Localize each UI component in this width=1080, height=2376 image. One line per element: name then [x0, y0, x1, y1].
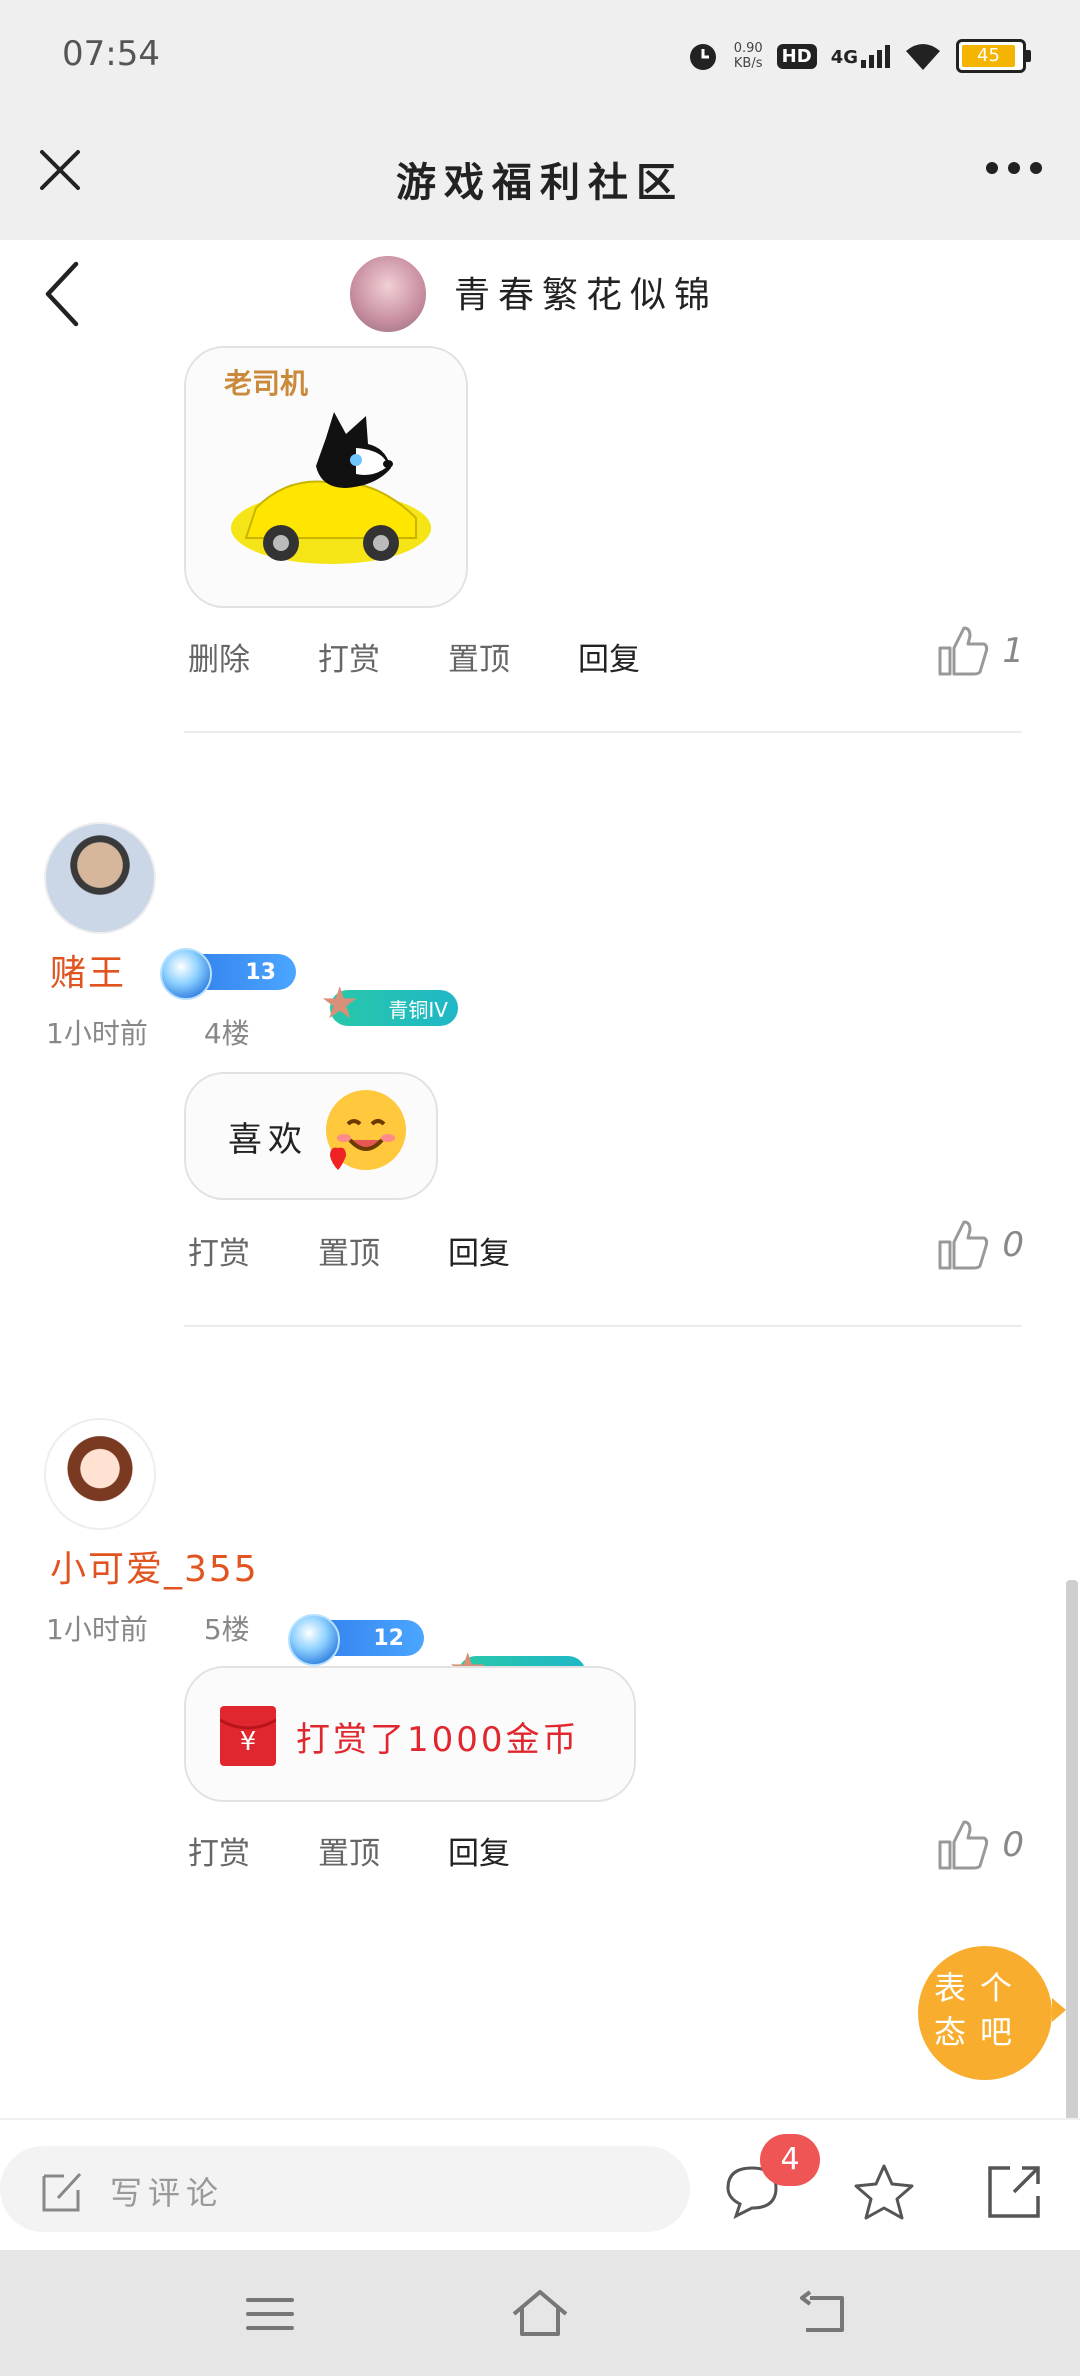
comment3-like-button[interactable]: 0	[936, 1818, 1024, 1872]
comment-bubble: 喜欢	[184, 1072, 438, 1200]
alarm-icon	[689, 44, 716, 70]
pin-button[interactable]: 置顶	[448, 634, 510, 679]
comment2-like-button[interactable]: 0	[936, 1218, 1024, 1272]
delete-button[interactable]: 删除	[188, 634, 250, 679]
more-menu-icon[interactable]	[986, 162, 1042, 174]
system-nav-bar	[0, 2250, 1080, 2376]
comment3-actions: 打赏 置顶 回复	[188, 1828, 578, 1873]
back-nav-icon[interactable]	[796, 2290, 852, 2338]
share-icon[interactable]	[984, 2162, 1044, 2222]
scrollbar[interactable]	[1066, 1580, 1078, 2120]
status-time: 07:54	[62, 34, 160, 74]
status-bar: 07:54 0.90 KB/s HD 4G 45	[0, 0, 1080, 110]
comment2-actions: 打赏 置顶 回复	[188, 1228, 578, 1273]
network-type: 4G	[830, 46, 858, 68]
level-number: 12	[373, 1625, 404, 1651]
status-icons: 0.90 KB/s HD 4G 45	[686, 34, 1031, 78]
like-count: 1	[1002, 631, 1024, 671]
comment-input[interactable]: 写评论	[0, 2146, 690, 2232]
menu-icon[interactable]	[244, 2294, 296, 2334]
commenter-name[interactable]: 小可爱_355	[50, 1540, 259, 1592]
like-count: 0	[1002, 1825, 1024, 1865]
thumbs-up-icon	[938, 1820, 989, 1870]
reply-button[interactable]: 回复	[448, 1228, 510, 1273]
divider	[184, 1325, 1022, 1327]
comments-button[interactable]: 4	[720, 2134, 820, 2222]
express-attitude-label: 表个态吧	[934, 1969, 1027, 2051]
comment-meta: 1小时前 4楼	[46, 1012, 306, 1052]
thumbs-up-icon	[938, 1220, 989, 1270]
reward-button[interactable]: 打赏	[188, 1828, 250, 1873]
rank-label: 青铜IV	[388, 997, 448, 1022]
car-dog-sticker-icon	[231, 412, 431, 564]
comment-floor: 4楼	[203, 1017, 250, 1050]
net-speed-unit: KB/s	[733, 56, 763, 71]
love-emoji-icon	[326, 1090, 406, 1170]
level-badge: 13	[160, 948, 296, 1000]
bottom-action-bar: 写评论 4	[0, 2118, 1080, 2252]
comment-count-badge: 4	[760, 2134, 820, 2186]
pin-button[interactable]: 置顶	[318, 1828, 380, 1873]
like-count: 0	[1002, 1225, 1024, 1265]
comment-floor: 5楼	[203, 1613, 250, 1646]
level-number: 13	[245, 959, 276, 985]
level-badge: 12	[288, 1614, 424, 1666]
back-icon[interactable]	[40, 258, 84, 330]
sticker-image[interactable]: 老司机	[184, 346, 468, 608]
star-icon[interactable]	[852, 2162, 916, 2222]
reward-button[interactable]: 打赏	[188, 1228, 250, 1273]
author-name[interactable]: 青春繁花似锦	[454, 266, 718, 318]
divider	[184, 731, 1022, 733]
battery-level: 45	[962, 45, 1015, 67]
hd-icon: HD	[776, 43, 817, 69]
thread-header: 青春繁花似锦	[0, 240, 1080, 348]
home-icon[interactable]	[510, 2288, 570, 2338]
reply-button[interactable]: 回复	[448, 1828, 510, 1873]
comment-text: 喜欢	[228, 1120, 308, 1160]
comment1-like-button[interactable]: 1	[936, 624, 1024, 678]
page-title: 游戏福利社区	[396, 160, 684, 206]
reward-button[interactable]: 打赏	[318, 634, 380, 679]
comment-time: 1小时前	[46, 1017, 148, 1050]
reward-bubble: ¥ 打赏了1000金币	[184, 1666, 636, 1802]
comment-placeholder: 写评论	[110, 2174, 225, 2212]
comment1-actions: 删除 打赏 置顶 回复	[188, 634, 708, 679]
edit-icon	[42, 2172, 82, 2212]
author-avatar[interactable]	[348, 254, 428, 334]
comment-meta: 1小时前 5楼	[46, 1608, 306, 1648]
express-attitude-button[interactable]: 表个态吧	[918, 1946, 1066, 2080]
rank-badge: ★青铜IV	[320, 982, 458, 1026]
commenter-name[interactable]: 赌王	[50, 944, 126, 996]
top-header: 游戏福利社区	[0, 110, 1080, 240]
svg-text:¥: ¥	[240, 1727, 257, 1757]
reply-button[interactable]: 回复	[578, 634, 640, 679]
reward-text: 打赏了1000金币	[296, 1720, 580, 1760]
red-envelope-icon: ¥	[220, 1706, 276, 1766]
net-speed: 0.90	[733, 41, 763, 56]
thumbs-up-icon	[938, 626, 989, 676]
wifi-icon	[906, 44, 940, 70]
commenter-avatar[interactable]	[44, 1418, 156, 1530]
comment-time: 1小时前	[46, 1613, 148, 1646]
signal-icon: 4G	[830, 44, 890, 68]
pin-button[interactable]: 置顶	[318, 1228, 380, 1273]
commenter-avatar[interactable]	[44, 822, 156, 934]
battery-icon: 45	[956, 39, 1031, 73]
